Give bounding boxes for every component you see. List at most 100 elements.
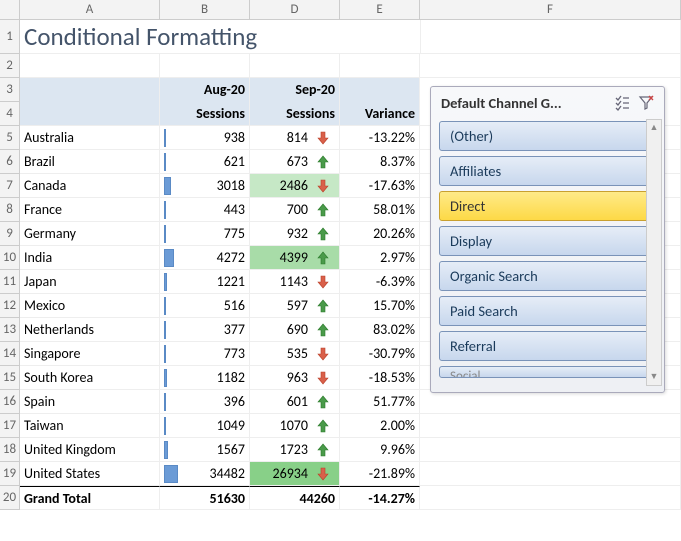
- row-header-13[interactable]: 13: [0, 318, 20, 342]
- sep-sessions[interactable]: 1143: [250, 270, 340, 294]
- row-header-4[interactable]: 4: [0, 102, 20, 126]
- row-header-10[interactable]: 10: [0, 246, 20, 270]
- row-header-2[interactable]: 2: [0, 54, 20, 78]
- slicer-item[interactable]: Paid Search: [439, 296, 656, 326]
- country-name[interactable]: Canada: [20, 174, 160, 198]
- variance[interactable]: 8.37%: [340, 150, 420, 174]
- header-blank2[interactable]: [20, 102, 160, 126]
- cell-F1[interactable]: [420, 20, 681, 54]
- variance[interactable]: 51.77%: [340, 390, 420, 414]
- aug-sessions[interactable]: 621: [160, 150, 250, 174]
- row-header-3[interactable]: 3: [0, 78, 20, 102]
- country-name[interactable]: Germany: [20, 222, 160, 246]
- aug-sessions[interactable]: 4272: [160, 246, 250, 270]
- aug-sessions[interactable]: 1182: [160, 366, 250, 390]
- slicer-item[interactable]: Display: [439, 226, 656, 256]
- country-name[interactable]: Japan: [20, 270, 160, 294]
- col-header-A[interactable]: A: [20, 0, 160, 19]
- variance[interactable]: -13.22%: [340, 126, 420, 150]
- header-sessions-aug[interactable]: Sessions: [160, 102, 250, 126]
- variance[interactable]: -30.79%: [340, 342, 420, 366]
- row-header-16[interactable]: 16: [0, 390, 20, 414]
- sep-sessions[interactable]: 4399: [250, 246, 340, 270]
- variance[interactable]: 2.97%: [340, 246, 420, 270]
- sep-sessions[interactable]: 2486: [250, 174, 340, 198]
- row-header-19[interactable]: 19: [0, 462, 20, 486]
- country-name[interactable]: Mexico: [20, 294, 160, 318]
- row-header-6[interactable]: 6: [0, 150, 20, 174]
- aug-sessions[interactable]: 3018: [160, 174, 250, 198]
- slicer-item[interactable]: Organic Search: [439, 261, 656, 291]
- col-header-F[interactable]: F: [420, 0, 681, 19]
- total-variance[interactable]: -14.27%: [340, 486, 420, 510]
- aug-sessions[interactable]: 775: [160, 222, 250, 246]
- sep-sessions[interactable]: 601: [250, 390, 340, 414]
- row-header-18[interactable]: 18: [0, 438, 20, 462]
- aug-sessions[interactable]: 773: [160, 342, 250, 366]
- country-name[interactable]: United Kingdom: [20, 438, 160, 462]
- sep-sessions[interactable]: 26934: [250, 462, 340, 486]
- col-header-E[interactable]: E: [340, 0, 420, 19]
- clear-filter-icon[interactable]: [636, 93, 656, 113]
- row-header-8[interactable]: 8: [0, 198, 20, 222]
- col-header-B[interactable]: B: [160, 0, 250, 19]
- slicer-panel[interactable]: Default Channel G... (Other) Affiliates Di…: [430, 86, 665, 393]
- aug-sessions[interactable]: 377: [160, 318, 250, 342]
- slicer-item[interactable]: Direct: [439, 191, 656, 221]
- total-label[interactable]: Grand Total: [20, 486, 160, 510]
- row-header-12[interactable]: 12: [0, 294, 20, 318]
- row-header-17[interactable]: 17: [0, 414, 20, 438]
- slicer-item[interactable]: Referral: [439, 331, 656, 361]
- slicer-scrollbar[interactable]: ▲ ▼: [646, 119, 662, 386]
- row-header-14[interactable]: 14: [0, 342, 20, 366]
- aug-sessions[interactable]: 1049: [160, 414, 250, 438]
- sep-sessions[interactable]: 1723: [250, 438, 340, 462]
- variance[interactable]: 2.00%: [340, 414, 420, 438]
- slicer-item[interactable]: (Other): [439, 121, 656, 151]
- scroll-down-icon[interactable]: ▼: [647, 369, 661, 385]
- sep-sessions[interactable]: 1070: [250, 414, 340, 438]
- header-blank[interactable]: [20, 78, 160, 102]
- aug-sessions[interactable]: 1567: [160, 438, 250, 462]
- variance[interactable]: 20.26%: [340, 222, 420, 246]
- row-header-20[interactable]: 20: [0, 486, 20, 510]
- country-name[interactable]: United States: [20, 462, 160, 486]
- variance[interactable]: 9.96%: [340, 438, 420, 462]
- country-name[interactable]: Taiwan: [20, 414, 160, 438]
- row-header-5[interactable]: 5: [0, 126, 20, 150]
- sep-sessions[interactable]: 932: [250, 222, 340, 246]
- row-header-9[interactable]: 9: [0, 222, 20, 246]
- row-header-11[interactable]: 11: [0, 270, 20, 294]
- row-header-15[interactable]: 15: [0, 366, 20, 390]
- slicer-item[interactable]: Social: [439, 366, 656, 378]
- select-all-corner[interactable]: [0, 0, 20, 19]
- variance[interactable]: -17.63%: [340, 174, 420, 198]
- aug-sessions[interactable]: 938: [160, 126, 250, 150]
- header-var-blank[interactable]: [340, 78, 420, 102]
- header-sessions-sep[interactable]: Sessions: [250, 102, 340, 126]
- variance[interactable]: 15.70%: [340, 294, 420, 318]
- variance[interactable]: -6.39%: [340, 270, 420, 294]
- row-header-7[interactable]: 7: [0, 174, 20, 198]
- sep-sessions[interactable]: 963: [250, 366, 340, 390]
- total-sep[interactable]: 44260: [250, 486, 340, 510]
- scroll-up-icon[interactable]: ▲: [647, 120, 661, 136]
- sep-sessions[interactable]: 690: [250, 318, 340, 342]
- header-sep[interactable]: Sep-20: [250, 78, 340, 102]
- header-aug[interactable]: Aug-20: [160, 78, 250, 102]
- sep-sessions[interactable]: 597: [250, 294, 340, 318]
- slicer-item[interactable]: Affiliates: [439, 156, 656, 186]
- sep-sessions[interactable]: 700: [250, 198, 340, 222]
- col-header-D[interactable]: D: [250, 0, 340, 19]
- aug-sessions[interactable]: 1221: [160, 270, 250, 294]
- variance[interactable]: -18.53%: [340, 366, 420, 390]
- aug-sessions[interactable]: 516: [160, 294, 250, 318]
- slicer-header[interactable]: Default Channel G...: [431, 87, 664, 121]
- aug-sessions[interactable]: 396: [160, 390, 250, 414]
- variance[interactable]: 83.02%: [340, 318, 420, 342]
- sep-sessions[interactable]: 535: [250, 342, 340, 366]
- country-name[interactable]: France: [20, 198, 160, 222]
- header-variance[interactable]: Variance: [340, 102, 420, 126]
- aug-sessions[interactable]: 443: [160, 198, 250, 222]
- variance[interactable]: -21.89%: [340, 462, 420, 486]
